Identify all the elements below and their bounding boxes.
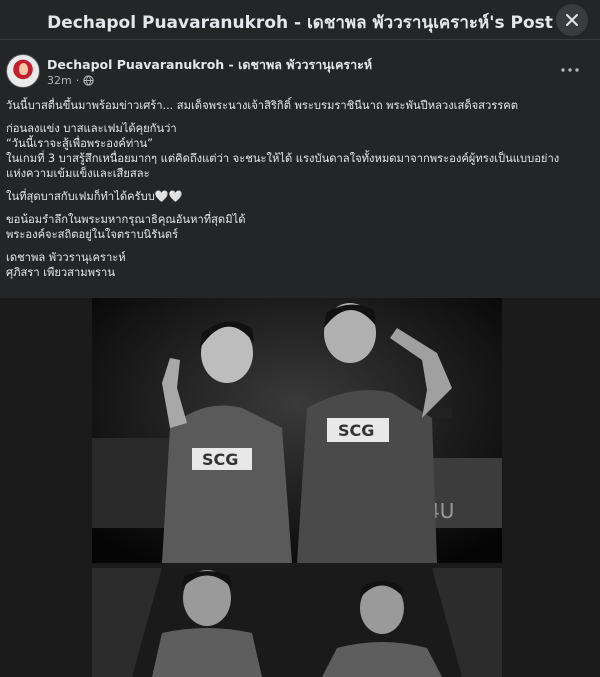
close-button[interactable] bbox=[556, 4, 588, 36]
text-line: ศุภิสรา เพียวสามพราน bbox=[6, 266, 115, 279]
post-paragraph: วันนี้บาสตื่นขึ้นมาพร้อมข่าวเศร้า... สมเ… bbox=[6, 98, 594, 113]
post-text: วันนี้บาสตื่นขึ้นมาพร้อมข่าวเศร้า... สมเ… bbox=[6, 98, 594, 288]
text-line: “วันนี้เราจะสู้เพื่อพระองค์ท่าน” bbox=[6, 137, 153, 150]
photo-illustration: 4U SCG SCG bbox=[92, 298, 502, 563]
author-avatar[interactable] bbox=[6, 54, 40, 88]
post-title: Dechapol Puavaranukroh - เดชาพล พัววรานุ… bbox=[47, 13, 553, 33]
text-line: เดชาพล พัววรานุเคราะห์ bbox=[6, 251, 126, 264]
post-meta: 32m · bbox=[47, 74, 94, 87]
text-line: พระองค์จะสถิตอยู่ในใจตราบนิรันดร์ bbox=[6, 228, 179, 241]
post-time[interactable]: 32m bbox=[47, 74, 72, 87]
post-photo[interactable] bbox=[92, 568, 502, 677]
post-paragraph: เดชาพล พัววรานุเคราะห์ ศุภิสรา เพียวสามพ… bbox=[6, 250, 594, 280]
post-paragraph: ก่อนลงแข่ง บาสและเฟมได้คุยกันว่า “วันนี้… bbox=[6, 121, 594, 181]
jersey-text: SCG bbox=[338, 421, 374, 440]
jersey-text: SCG bbox=[202, 450, 238, 469]
post-card: Dechapol Puavaranukroh - เดชาพล พัววรานุ… bbox=[0, 40, 600, 677]
text-line: ในเกมที่ 3 บาสรู้สึกเหนื่อยมากๆ แต่คิดถึ… bbox=[6, 152, 560, 165]
text-line: ขอน้อมรำลึกในพระมหากรุณาธิคุณอันหาที่สุด… bbox=[6, 213, 246, 226]
text-line: แห่งความเข้มแข็งและเสียสละ bbox=[6, 167, 150, 180]
author-name[interactable]: Dechapol Puavaranukroh - เดชาพล พัววรานุ… bbox=[47, 55, 372, 75]
post-paragraph: ขอน้อมรำลึกในพระมหากรุณาธิคุณอันหาที่สุด… bbox=[6, 212, 594, 242]
text-line: ก่อนลงแข่ง บาสและเฟมได้คุยกันว่า bbox=[6, 122, 177, 135]
meta-separator: · bbox=[75, 74, 80, 87]
close-icon bbox=[566, 14, 578, 26]
post-header-bar: Dechapol Puavaranukroh - เดชาพล พัววรานุ… bbox=[0, 0, 600, 40]
post-photo-area: 4U SCG SCG bbox=[0, 298, 600, 677]
text-line: ในที่สุดบาสกับเฟมก็ทำได้ครับบ🤍🤍 bbox=[6, 190, 183, 203]
post-photo[interactable]: 4U SCG SCG bbox=[92, 298, 502, 563]
more-options-icon[interactable] bbox=[560, 66, 580, 74]
globe-icon bbox=[83, 75, 94, 86]
post-paragraph: ในที่สุดบาสกับเฟมก็ทำได้ครับบ🤍🤍 bbox=[6, 189, 594, 204]
text-line: วันนี้บาสตื่นขึ้นมาพร้อมข่าวเศร้า... สมเ… bbox=[6, 99, 519, 112]
photo-illustration bbox=[92, 568, 502, 677]
